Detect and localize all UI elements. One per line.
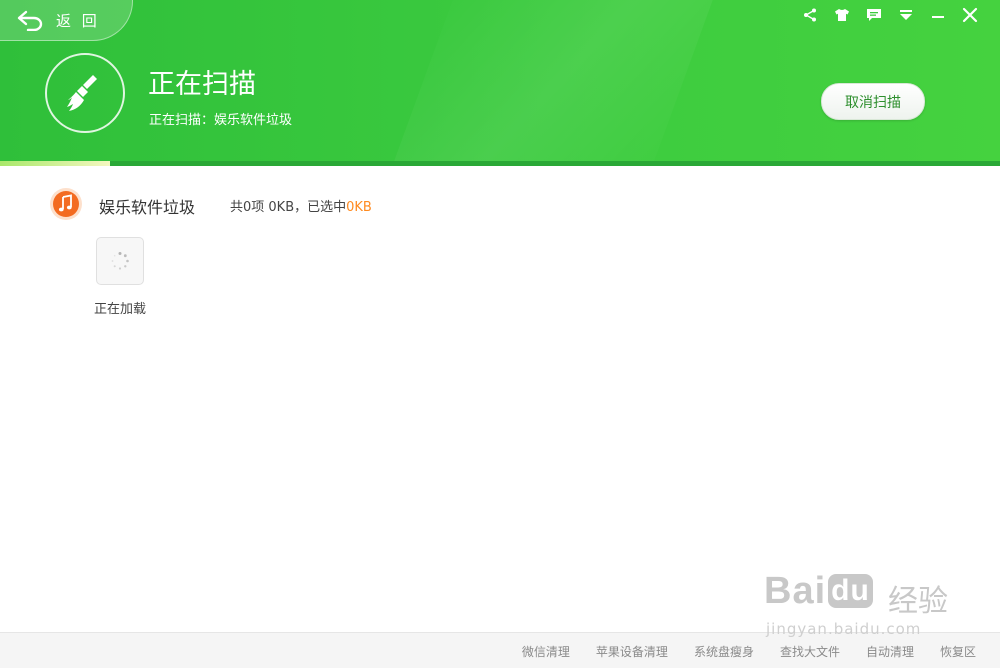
minimize-icon[interactable]: [922, 4, 954, 26]
spinner-icon: [111, 252, 129, 270]
watermark-logo: Bai du: [764, 570, 873, 613]
watermark-logo-cn: 经验: [888, 584, 948, 619]
header-sheen: [372, 0, 728, 166]
loading-tile: [96, 237, 144, 285]
feedback-icon[interactable]: [858, 4, 890, 26]
back-button[interactable]: 返 回: [0, 0, 133, 41]
broom-status-circle: [45, 53, 125, 133]
window-controls: [794, 4, 986, 26]
footer-link-auto-clean[interactable]: 自动清理: [866, 643, 914, 660]
back-label: 返 回: [56, 12, 100, 30]
scan-progress-fill: [0, 161, 110, 166]
category-selected-size: 0KB: [346, 200, 372, 215]
music-icon: [49, 187, 83, 221]
footer-link-wechat-clean[interactable]: 微信清理: [522, 643, 570, 660]
header-banner: 返 回 正在扫描 正在扫描：娱乐软件垃圾 取消扫描: [0, 0, 1000, 166]
menu-icon[interactable]: [890, 4, 922, 26]
footer-link-apple-device-clean[interactable]: 苹果设备清理: [596, 643, 668, 660]
footer-link-recovery-area[interactable]: 恢复区: [940, 643, 976, 660]
back-arrow-icon: [17, 10, 43, 31]
skin-icon[interactable]: [826, 4, 858, 26]
watermark-url: jingyan.baidu.com: [766, 620, 922, 638]
category-stats-text: 共0项 0KB，已选中: [230, 200, 347, 215]
share-icon[interactable]: [794, 4, 826, 26]
baidu-watermark: Bai du 经验 jingyan.baidu.com: [764, 562, 954, 644]
footer-links: 微信清理 苹果设备清理 系统盘瘦身 查找大文件 自动清理 恢复区: [522, 643, 976, 660]
category-name: 娱乐软件垃圾: [99, 198, 196, 217]
footer-link-system-disk-slim[interactable]: 系统盘瘦身: [694, 643, 754, 660]
footer-link-find-large-files[interactable]: 查找大文件: [780, 643, 840, 660]
cancel-scan-button[interactable]: 取消扫描: [821, 83, 925, 120]
scan-subtitle: 正在扫描：娱乐软件垃圾: [149, 113, 293, 128]
watermark-logo-b: du: [828, 574, 873, 608]
loading-label: 正在加载: [94, 302, 147, 317]
category-stats: 共0项 0KB，已选中0KB: [230, 196, 372, 215]
watermark-logo-a: Bai: [764, 570, 827, 612]
scan-progress-bar: [0, 161, 1000, 166]
page-title: 正在扫描: [148, 69, 256, 100]
close-icon[interactable]: [954, 4, 986, 26]
broom-icon: [67, 75, 97, 111]
